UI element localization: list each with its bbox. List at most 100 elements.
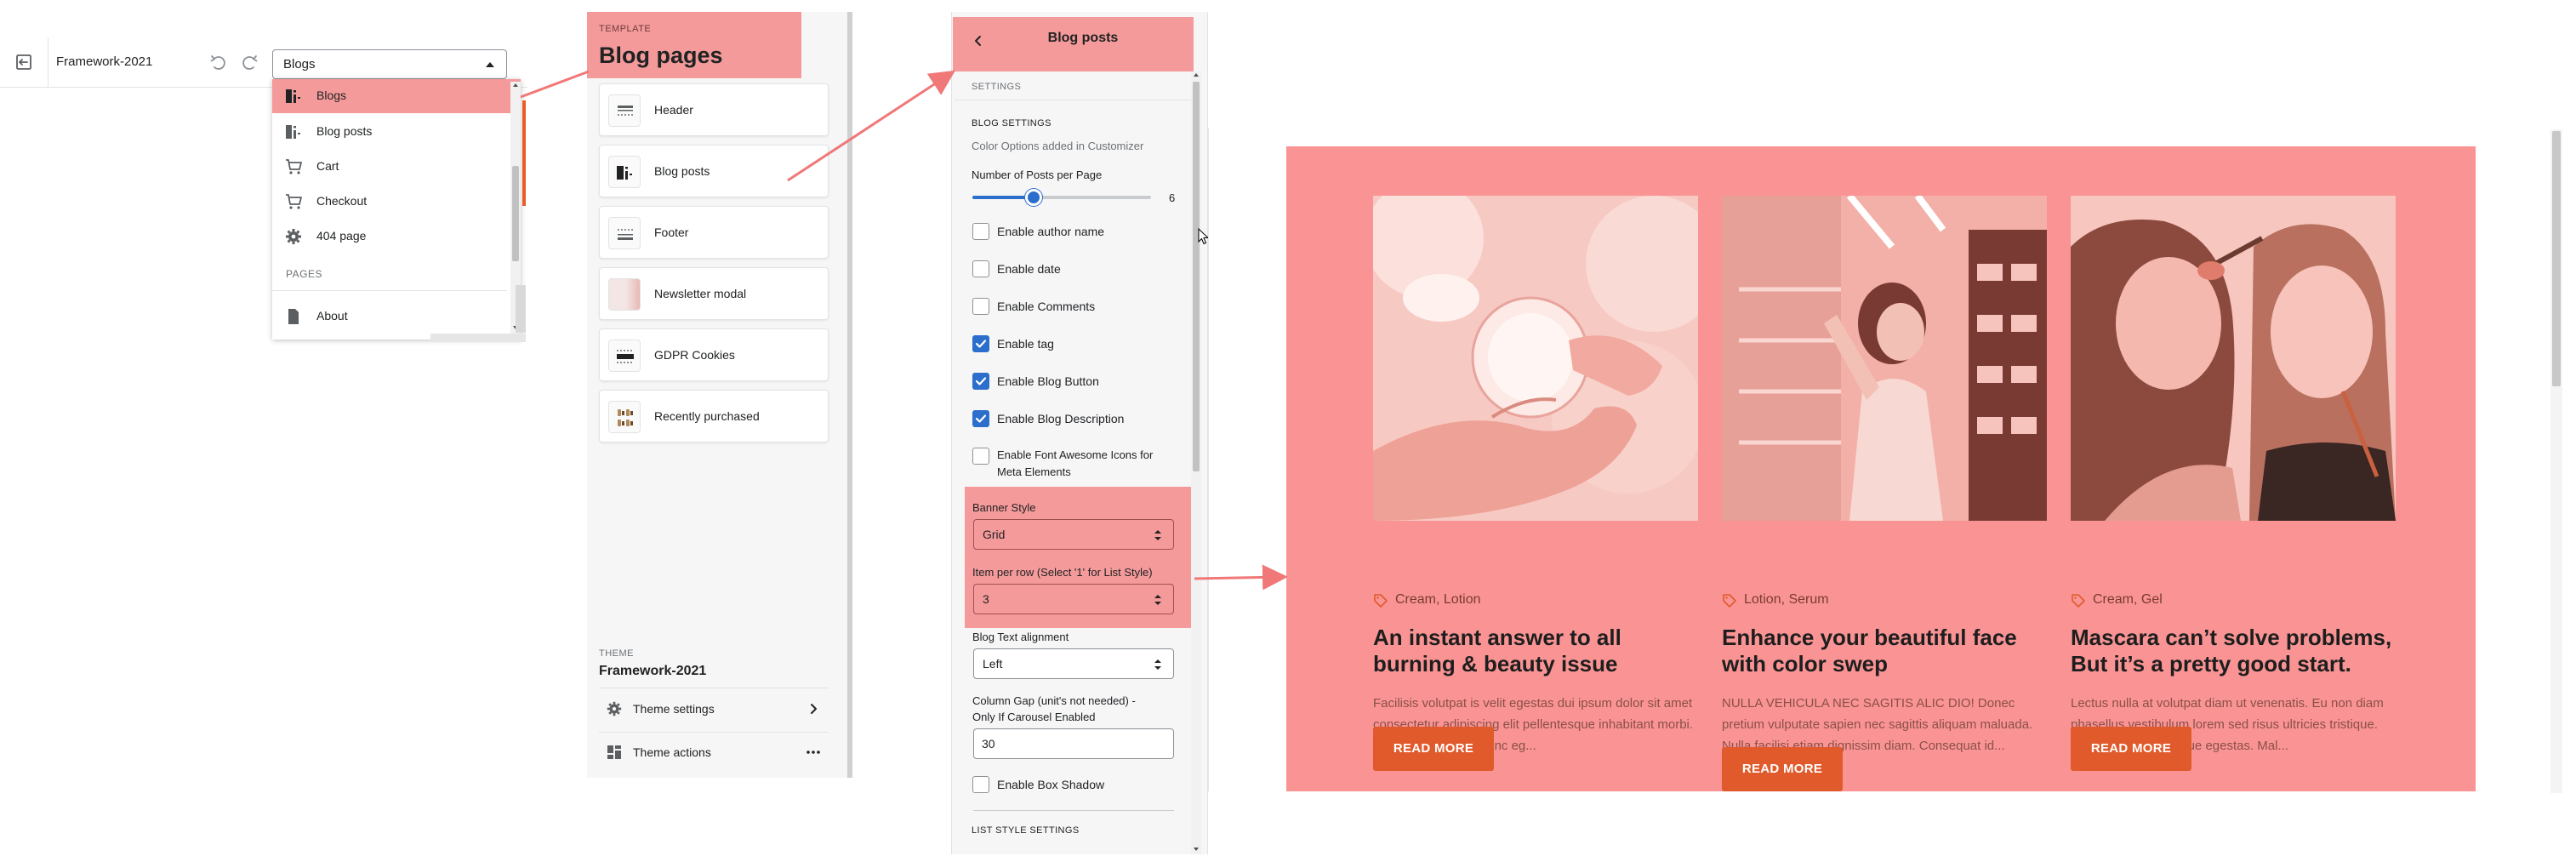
menu-item-about[interactable]: About [272,300,521,334]
menu-item-label: Cart [316,159,339,173]
background-sidebar-edge [522,100,526,206]
section-gdpr-cookies[interactable]: GDPR Cookies [599,328,829,381]
section-footer[interactable]: Footer [599,206,829,259]
section-label: Recently purchased [654,409,760,423]
column-gap-label-line2: Only If Carousel Enabled [972,711,1096,723]
blog-description-checkbox[interactable] [972,410,989,427]
post-title[interactable]: An instant answer to all burning & beaut… [1373,625,1698,677]
background-sidebar-edge [430,334,526,342]
more-icon[interactable] [805,744,822,761]
post-title[interactable]: Mascara can’t solve problems, But it’s a… [2071,625,2396,677]
section-header[interactable]: Header [599,83,829,136]
scroll-down-icon[interactable] [1194,848,1199,851]
theme-name: Framework-2021 [56,54,153,69]
background-sidebar-edge [516,285,526,333]
menu-item-404[interactable]: 404 page [272,220,521,254]
blog-image-cream[interactable] [1373,196,1698,521]
section-blog-posts[interactable]: Blog posts [599,145,829,197]
undo-icon[interactable] [208,51,230,73]
scroll-up-icon[interactable] [513,83,518,87]
post-tags[interactable]: Cream, Lotion [1395,592,1481,608]
comments-checkbox[interactable] [972,298,989,315]
banner-style-select[interactable]: Grid [973,519,1174,550]
blog-description-label: Enable Blog Description [997,412,1125,425]
menu-divider [272,290,507,291]
tag-icon [1373,593,1388,608]
select-arrows-icon [1153,528,1163,543]
blog-button-checkbox[interactable] [972,373,989,390]
post-tags[interactable]: Cream, Gel [2093,592,2163,608]
column-gap-input[interactable] [973,728,1174,759]
date-checkbox[interactable] [972,260,989,277]
item-per-row-select[interactable]: 3 [973,584,1174,614]
blog-icon [284,123,303,141]
read-more-button[interactable]: READ MORE [1373,727,1494,771]
select-arrows-icon [1153,592,1163,608]
cookies-icon [608,340,641,372]
font-awesome-label-line1: Enable Font Awesome Icons for [997,448,1154,461]
settings-tab[interactable]: SETTINGS [972,82,1021,92]
exit-icon[interactable] [14,51,36,73]
section-label: Header [654,103,693,117]
page-select-value: Blogs [283,57,316,71]
select-arrows-icon [1153,657,1163,672]
settings-title: Blog posts [1047,31,1119,45]
menu-item-checkout[interactable]: Checkout [272,185,521,219]
section-label: Footer [654,225,689,239]
dropdown-scrollbar-thumb[interactable] [512,166,519,261]
scroll-up-icon[interactable] [1194,73,1199,77]
blog-card: Cream, Lotion An instant answer to all b… [1373,196,1698,771]
page-select[interactable]: Blogs [272,49,507,79]
preview-scrollbar-thumb[interactable] [2552,131,2561,386]
section-label: Newsletter modal [654,287,747,300]
settings-scrollbar-thumb[interactable] [1193,82,1200,471]
template-title: Blog pages [599,43,723,68]
tag-icon [2071,593,2086,608]
blog-image-makeup[interactable] [2071,196,2396,521]
menu-item-blog-posts[interactable]: Blog posts [272,115,521,149]
text-alignment-select[interactable]: Left [973,648,1174,679]
column-gap-label-line1: Column Gap (unit's not needed) - [972,694,1136,707]
text-alignment-label: Blog Text alignment [972,631,1069,643]
menu-item-label: Blogs [316,88,347,102]
cart-icon [284,157,303,176]
chevron-up-icon [486,62,494,67]
posts-per-page-value: 6 [1169,191,1176,204]
menu-item-label: Checkout [316,194,368,208]
gear-icon [284,227,303,246]
tag-checkbox[interactable] [972,335,989,352]
banner-style-label: Banner Style [972,501,1036,514]
post-title[interactable]: Enhance your beautiful face with color s… [1722,625,2047,677]
theme-settings-row[interactable]: Theme settings [599,690,829,728]
item-per-row-label: Item per row (Select '1' for List Style) [972,566,1153,579]
menu-item-cart[interactable]: Cart [272,150,521,184]
menu-section-pages: PAGES [286,268,322,280]
posts-per-page-slider-thumb[interactable] [1025,189,1042,206]
post-tags[interactable]: Lotion, Serum [1744,592,1829,608]
template-kicker: TEMPLATE [599,24,652,34]
menu-item-label: 404 page [316,229,367,243]
redo-icon[interactable] [238,51,260,73]
section-recently-purchased[interactable]: Recently purchased [599,390,829,442]
font-awesome-checkbox[interactable] [972,448,989,465]
menu-item-blogs[interactable]: Blogs [272,79,521,113]
author-name-checkbox[interactable] [972,223,989,240]
header-icon [608,94,641,127]
theme-actions-row[interactable]: Theme actions [599,734,829,771]
page-dropdown-menu: Blogs Blog posts Cart Checkout 404 page … [272,79,521,340]
divider [973,810,1174,811]
blog-icon [608,156,641,188]
font-awesome-label-line2: Meta Elements [997,465,1071,478]
menu-item-label: About [316,309,348,323]
section-newsletter-modal[interactable]: Newsletter modal [599,267,829,320]
tag-label: Enable tag [997,337,1054,351]
recently-purchased-icon [608,401,641,433]
comments-label: Enable Comments [997,300,1096,313]
cart-icon [284,192,303,211]
list-style-heading: LIST STYLE SETTINGS [972,825,1080,836]
read-more-button[interactable]: READ MORE [2071,727,2191,771]
read-more-button[interactable]: READ MORE [1722,747,1843,791]
divider [599,732,829,733]
box-shadow-checkbox[interactable] [972,776,989,793]
blog-image-store[interactable] [1722,196,2047,521]
